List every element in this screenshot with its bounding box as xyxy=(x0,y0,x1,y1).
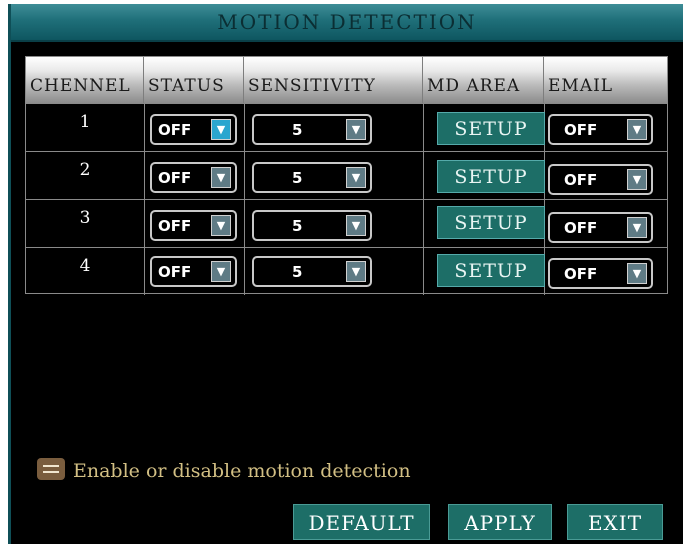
status-value: OFF xyxy=(158,217,192,235)
status-value: OFF xyxy=(158,169,192,187)
sensitivity-value: 5 xyxy=(292,121,303,139)
sensitivity-value: 5 xyxy=(292,263,303,281)
md-area-setup-button[interactable]: SETUP xyxy=(437,254,545,287)
sensitivity-dropdown[interactable]: 5 ▼ xyxy=(252,114,372,145)
column-header-email: EMAIL xyxy=(548,76,614,96)
column-header-status: STATUS xyxy=(144,57,244,103)
dropdown-arrow-icon[interactable]: ▼ xyxy=(627,119,647,140)
email-value: OFF xyxy=(564,265,598,283)
status-dropdown[interactable]: OFF ▼ xyxy=(150,210,237,241)
info-text: Enable or disable motion detection xyxy=(73,460,411,482)
exit-button[interactable]: EXIT xyxy=(567,504,663,540)
dropdown-arrow-icon[interactable]: ▼ xyxy=(627,217,647,238)
channel-number: 2 xyxy=(79,160,91,180)
dropdown-arrow-icon[interactable]: ▼ xyxy=(211,261,231,282)
dropdown-arrow-icon[interactable]: ▼ xyxy=(211,215,231,236)
table-row: 2 OFF ▼ 5 ▼ SETUP OFF ▼ xyxy=(26,151,667,199)
channel-number: 4 xyxy=(79,256,91,276)
dropdown-arrow-icon[interactable]: ▼ xyxy=(211,167,231,188)
email-value: OFF xyxy=(564,219,598,237)
window-title: MOTION DETECTION xyxy=(217,10,477,34)
status-value: OFF xyxy=(158,121,192,139)
dropdown-arrow-icon[interactable]: ▼ xyxy=(346,167,366,188)
title-bar: MOTION DETECTION xyxy=(11,4,683,42)
md-area-setup-button[interactable]: SETUP xyxy=(437,160,545,193)
email-dropdown[interactable]: OFF ▼ xyxy=(548,258,653,289)
table-row: 3 OFF ▼ 5 ▼ SETUP OFF ▼ xyxy=(26,199,667,247)
column-header-md-area: MD AREA xyxy=(423,57,544,103)
md-area-setup-button[interactable]: SETUP xyxy=(437,206,545,239)
dropdown-arrow-icon[interactable]: ▼ xyxy=(346,119,366,140)
status-dropdown[interactable]: OFF ▼ xyxy=(150,162,237,193)
table-row: 4 OFF ▼ 5 ▼ SETUP OFF ▼ xyxy=(26,247,667,295)
sensitivity-value: 5 xyxy=(292,217,303,235)
motion-detection-window: MOTION DETECTION CHENNEL STATUS SENSITIV… xyxy=(8,4,683,544)
dropdown-arrow-icon[interactable]: ▼ xyxy=(627,263,647,284)
motion-table: CHENNEL STATUS SENSITIVITY MD AREA EMAIL… xyxy=(25,56,668,295)
email-dropdown[interactable]: OFF ▼ xyxy=(548,212,653,243)
channel-number: 3 xyxy=(79,208,91,228)
info-hint: Enable or disable motion detection xyxy=(37,458,411,482)
md-area-setup-button[interactable]: SETUP xyxy=(437,112,545,145)
sensitivity-value: 5 xyxy=(292,169,303,187)
dropdown-arrow-icon[interactable]: ▼ xyxy=(627,169,647,190)
dropdown-arrow-icon[interactable]: ▼ xyxy=(346,215,366,236)
email-value: OFF xyxy=(564,121,598,139)
dropdown-arrow-icon[interactable]: ▼ xyxy=(211,119,231,140)
column-header-channel: CHENNEL xyxy=(26,57,144,103)
sensitivity-dropdown[interactable]: 5 ▼ xyxy=(252,256,372,287)
email-dropdown[interactable]: OFF ▼ xyxy=(548,114,653,145)
status-dropdown[interactable]: OFF ▼ xyxy=(150,256,237,287)
sensitivity-dropdown[interactable]: 5 ▼ xyxy=(252,210,372,241)
email-dropdown[interactable]: OFF ▼ xyxy=(548,164,653,195)
dropdown-arrow-icon[interactable]: ▼ xyxy=(346,261,366,282)
channel-number: 1 xyxy=(79,112,91,132)
table-row: 1 OFF ▼ 5 ▼ SETUP OFF ▼ xyxy=(26,103,667,151)
sensitivity-dropdown[interactable]: 5 ▼ xyxy=(252,162,372,193)
column-header-sensitivity: SENSITIVITY xyxy=(244,57,423,103)
apply-button[interactable]: APPLY xyxy=(448,504,552,540)
table-header: CHENNEL STATUS SENSITIVITY MD AREA EMAIL xyxy=(26,57,667,103)
message-icon xyxy=(37,458,65,480)
status-dropdown[interactable]: OFF ▼ xyxy=(150,114,237,145)
status-value: OFF xyxy=(158,263,192,281)
email-value: OFF xyxy=(564,171,598,189)
default-button[interactable]: DEFAULT xyxy=(293,504,430,540)
